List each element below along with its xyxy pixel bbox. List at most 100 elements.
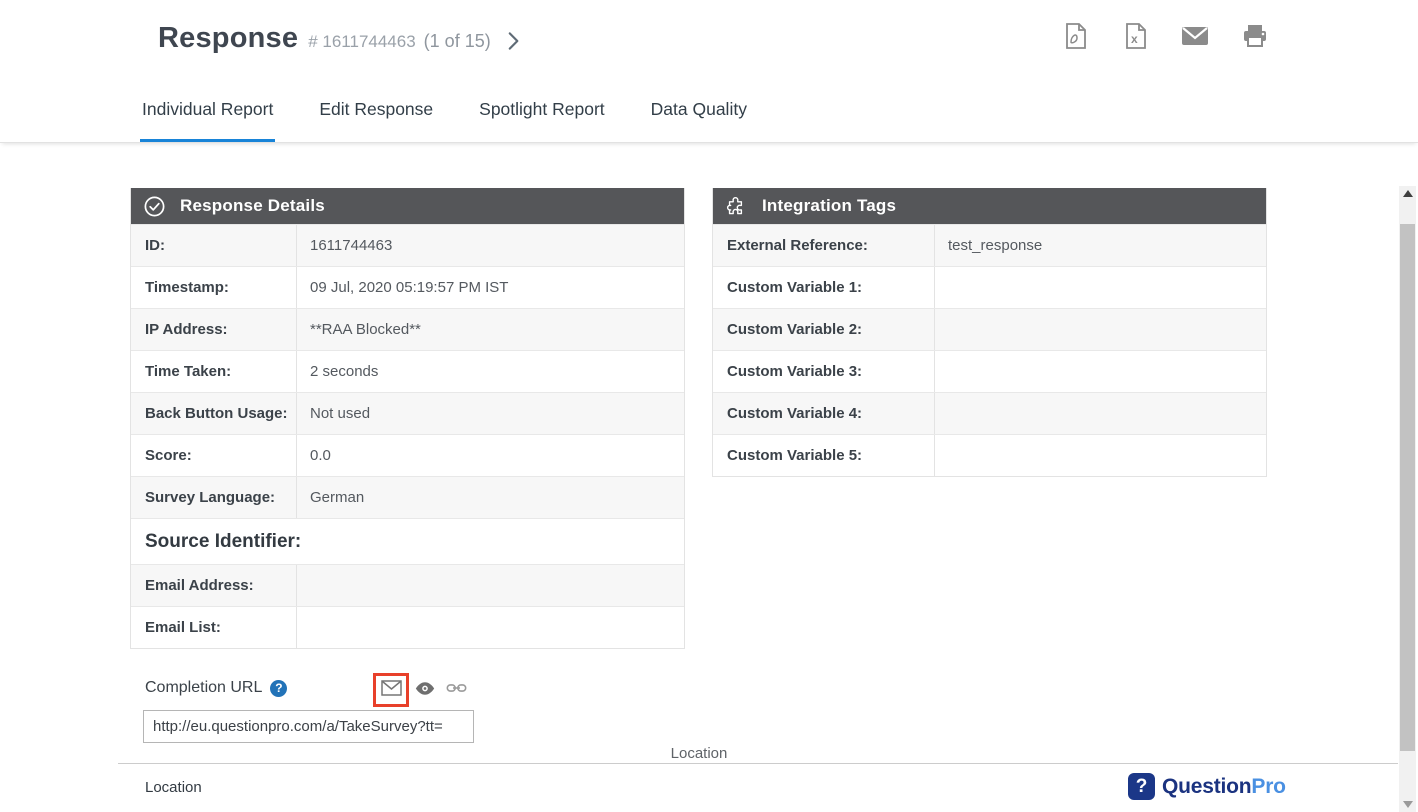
table-row: ID:1611744463 bbox=[131, 224, 684, 266]
email-response-button[interactable] bbox=[1182, 24, 1208, 52]
row-label: Score: bbox=[131, 435, 296, 476]
row-value bbox=[934, 351, 1266, 392]
row-value: Not used bbox=[296, 393, 684, 434]
response-details-table: Response Details ID:1611744463 Timestamp… bbox=[130, 188, 685, 649]
report-tabs: Individual Report Edit Response Spotligh… bbox=[0, 80, 1418, 143]
row-label: Custom Variable 3: bbox=[713, 351, 934, 392]
section-label: Source Identifier: bbox=[131, 519, 684, 564]
questionpro-logo[interactable]: ? QuestionPro bbox=[1128, 773, 1286, 800]
table-row: IP Address:**RAA Blocked** bbox=[131, 308, 684, 350]
send-email-icon bbox=[381, 680, 402, 701]
title-wrap: Response # 1611744463 (1 of 15) bbox=[158, 22, 491, 55]
preview-eye-icon bbox=[415, 683, 435, 700]
row-value bbox=[934, 393, 1266, 434]
vertical-scrollbar[interactable] bbox=[1399, 186, 1416, 812]
table-row: Custom Variable 5: bbox=[713, 434, 1266, 476]
preview-url-button[interactable] bbox=[415, 681, 435, 701]
row-label: Custom Variable 5: bbox=[713, 435, 934, 476]
export-pdf-icon bbox=[1063, 22, 1088, 55]
tab-spotlight-report[interactable]: Spotlight Report bbox=[477, 80, 607, 142]
check-circle-icon bbox=[143, 195, 166, 218]
integration-tags-table: Integration Tags External Reference:test… bbox=[712, 188, 1267, 477]
chevron-right-icon bbox=[500, 41, 526, 58]
export-excel-button[interactable]: x bbox=[1122, 24, 1148, 52]
footer-divider bbox=[118, 763, 1398, 764]
row-value: test_response bbox=[934, 225, 1266, 266]
copy-url-button[interactable] bbox=[446, 681, 467, 700]
response-page: Response # 1611744463 (1 of 15) bbox=[0, 0, 1418, 812]
response-details-title: Response Details bbox=[180, 196, 325, 216]
row-label: External Reference: bbox=[713, 225, 934, 266]
svg-text:x: x bbox=[1131, 32, 1138, 46]
response-details-header: Response Details bbox=[131, 188, 684, 224]
row-value bbox=[934, 435, 1266, 476]
row-label: Custom Variable 1: bbox=[713, 267, 934, 308]
table-row: Timestamp:09 Jul, 2020 05:19:57 PM IST bbox=[131, 266, 684, 308]
export-excel-icon: x bbox=[1123, 22, 1148, 55]
next-response-button[interactable] bbox=[500, 28, 526, 54]
completion-url-label: Completion URL bbox=[145, 679, 262, 697]
row-label: Survey Language: bbox=[131, 477, 296, 518]
copy-link-icon bbox=[446, 682, 467, 699]
row-label: Timestamp: bbox=[131, 267, 296, 308]
response-number: # 1611744463 bbox=[308, 32, 415, 52]
tab-edit-response[interactable]: Edit Response bbox=[317, 80, 435, 142]
scrollbar-up-button[interactable] bbox=[1399, 186, 1416, 201]
table-row: External Reference:test_response bbox=[713, 224, 1266, 266]
row-value: 09 Jul, 2020 05:19:57 PM IST bbox=[296, 267, 684, 308]
table-row: Back Button Usage:Not used bbox=[131, 392, 684, 434]
puzzle-icon bbox=[725, 195, 748, 218]
row-value bbox=[934, 267, 1266, 308]
print-button[interactable] bbox=[1242, 24, 1268, 52]
table-row: Custom Variable 3: bbox=[713, 350, 1266, 392]
table-row: Custom Variable 4: bbox=[713, 392, 1266, 434]
integration-tags-title: Integration Tags bbox=[762, 196, 896, 216]
table-section-row: Source Identifier: bbox=[131, 518, 684, 564]
page-title: Response bbox=[158, 22, 298, 55]
tab-data-quality[interactable]: Data Quality bbox=[649, 80, 749, 142]
row-label: Back Button Usage: bbox=[131, 393, 296, 434]
help-icon[interactable]: ? bbox=[270, 680, 287, 697]
scroll-up-icon bbox=[1403, 190, 1413, 197]
table-row: Time Taken:2 seconds bbox=[131, 350, 684, 392]
integration-tags-header: Integration Tags bbox=[713, 188, 1266, 224]
questionpro-logo-text: QuestionPro bbox=[1162, 775, 1286, 799]
print-icon bbox=[1242, 24, 1268, 53]
export-pdf-button[interactable] bbox=[1062, 24, 1088, 52]
send-completion-email-button[interactable] bbox=[373, 673, 409, 707]
completion-url-row: Completion URL ? bbox=[145, 679, 287, 697]
questionpro-logo-icon: ? bbox=[1128, 773, 1155, 800]
table-row: Score:0.0 bbox=[131, 434, 684, 476]
row-value bbox=[296, 565, 684, 606]
row-value: German bbox=[296, 477, 684, 518]
row-label: IP Address: bbox=[131, 309, 296, 350]
row-value bbox=[296, 607, 684, 648]
scroll-down-icon bbox=[1403, 801, 1413, 808]
scrollbar-down-button[interactable] bbox=[1399, 797, 1416, 812]
table-row: Survey Language:German bbox=[131, 476, 684, 518]
row-label: ID: bbox=[131, 225, 296, 266]
row-label: Custom Variable 2: bbox=[713, 309, 934, 350]
scrollbar-thumb[interactable] bbox=[1400, 224, 1415, 751]
table-row: Email List: bbox=[131, 606, 684, 648]
location-heading-left: Location bbox=[145, 779, 202, 796]
table-row: Custom Variable 2: bbox=[713, 308, 1266, 350]
table-row: Email Address: bbox=[131, 564, 684, 606]
top-bar: Response # 1611744463 (1 of 15) bbox=[0, 0, 1418, 80]
row-value: **RAA Blocked** bbox=[296, 309, 684, 350]
row-value: 2 seconds bbox=[296, 351, 684, 392]
email-icon bbox=[1181, 26, 1209, 51]
location-heading-center: Location bbox=[0, 745, 1398, 762]
logo-pro-text: Pro bbox=[1251, 775, 1285, 798]
response-count: (1 of 15) bbox=[424, 31, 491, 52]
row-label: Time Taken: bbox=[131, 351, 296, 392]
row-label: Email List: bbox=[131, 607, 296, 648]
export-actions: x bbox=[1062, 24, 1268, 52]
row-value: 1611744463 bbox=[296, 225, 684, 266]
row-value: 0.0 bbox=[296, 435, 684, 476]
completion-url-input[interactable] bbox=[143, 710, 474, 743]
tab-individual-report[interactable]: Individual Report bbox=[140, 80, 275, 142]
row-value bbox=[934, 309, 1266, 350]
table-row: Custom Variable 1: bbox=[713, 266, 1266, 308]
row-label: Custom Variable 4: bbox=[713, 393, 934, 434]
